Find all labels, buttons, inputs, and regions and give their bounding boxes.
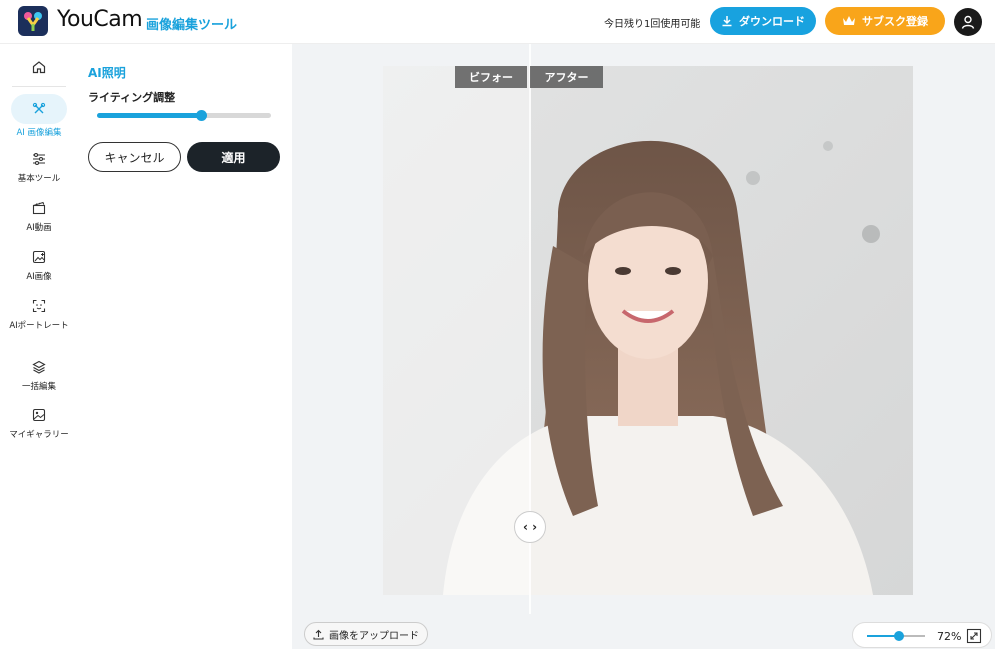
photo-preview[interactable] (383, 66, 913, 595)
before-label: ビフォー (455, 66, 527, 88)
download-button-label: ダウンロード (739, 15, 805, 28)
zoom-slider-thumb[interactable] (893, 631, 904, 641)
crown-icon (843, 16, 855, 25)
apply-button[interactable]: 適用 (187, 142, 280, 172)
nav-item-home[interactable] (0, 58, 78, 76)
youcam-logo[interactable] (18, 6, 48, 36)
download-icon (722, 16, 732, 27)
clapper-icon (30, 199, 48, 217)
nav-label-ai-image: AI画像 (26, 272, 52, 282)
subscribe-button-label: サブスク登録 (862, 15, 928, 28)
nav-item-basic-tools[interactable]: 基本ツール (0, 150, 78, 185)
home-icon (30, 58, 48, 76)
lighting-slider-fill (97, 113, 202, 118)
image-canvas: ビフォー アフター ‹ › 画像をアップロード 72% (292, 44, 995, 649)
nav-label-ai-video: AI動画 (26, 223, 52, 233)
nav-item-ai-image-edit[interactable]: AI 画像編集 (0, 94, 78, 139)
nav-label-basic-tools: 基本ツール (17, 174, 61, 184)
brand-subtitle: 画像編集ツール (146, 18, 238, 33)
face-scan-icon (30, 297, 48, 315)
brand-name: YouCam (57, 7, 143, 32)
layers-icon (30, 358, 48, 376)
compare-drag-handle[interactable]: ‹ › (514, 511, 546, 543)
magic-edit-icon (30, 100, 48, 118)
nav-label-ai-portrait: AIポートレート (9, 321, 69, 331)
upload-icon (313, 629, 324, 640)
sliders-icon (30, 150, 48, 168)
remaining-usage-text: 今日残り1回使用可能 (604, 19, 701, 30)
zoom-slider[interactable] (867, 631, 925, 641)
upload-image-label: 画像をアップロード (329, 630, 419, 642)
user-avatar[interactable] (954, 8, 982, 36)
nav-item-ai-image[interactable]: AI画像 (0, 248, 78, 283)
gallery-icon (30, 406, 48, 424)
user-icon (961, 15, 975, 29)
panel-title: AI照明 (88, 66, 126, 80)
left-nav: AI 画像編集 基本ツール AI動画 AI画像 AIポートレート 一括編集 マイ… (0, 44, 78, 649)
upload-image-button[interactable]: 画像をアップロード (304, 622, 428, 646)
nav-item-ai-portrait[interactable]: AIポートレート (0, 297, 78, 332)
lighting-slider[interactable] (97, 110, 271, 121)
chevron-left-right-icon: ‹ › (522, 520, 538, 534)
image-plus-icon (30, 248, 48, 266)
cancel-button[interactable]: キャンセル (88, 142, 181, 172)
nav-item-my-gallery[interactable]: マイギャラリー (0, 406, 78, 441)
ai-lighting-panel: AI照明 ライティング調整 キャンセル 適用 (78, 44, 292, 649)
top-header: YouCam 画像編集ツール 今日残り1回使用可能 ダウンロード サブスク登録 (0, 0, 995, 44)
fullscreen-expand-icon[interactable] (966, 628, 982, 644)
download-button[interactable]: ダウンロード (710, 7, 816, 35)
nav-item-batch-edit[interactable]: 一括編集 (0, 358, 78, 393)
subscribe-button[interactable]: サブスク登録 (825, 7, 945, 35)
after-label: アフター (530, 66, 603, 88)
nav-label-ai-image-edit: AI 画像編集 (16, 128, 62, 138)
zoom-control: 72% (852, 622, 992, 648)
zoom-value: 72% (937, 630, 962, 643)
lighting-adjust-label: ライティング調整 (88, 91, 176, 104)
nav-label-my-gallery: マイギャラリー (9, 430, 69, 440)
nav-label-batch-edit: 一括編集 (21, 382, 56, 392)
nav-item-ai-video[interactable]: AI動画 (0, 199, 78, 234)
nav-divider (12, 86, 66, 87)
lighting-slider-thumb[interactable] (196, 110, 208, 121)
